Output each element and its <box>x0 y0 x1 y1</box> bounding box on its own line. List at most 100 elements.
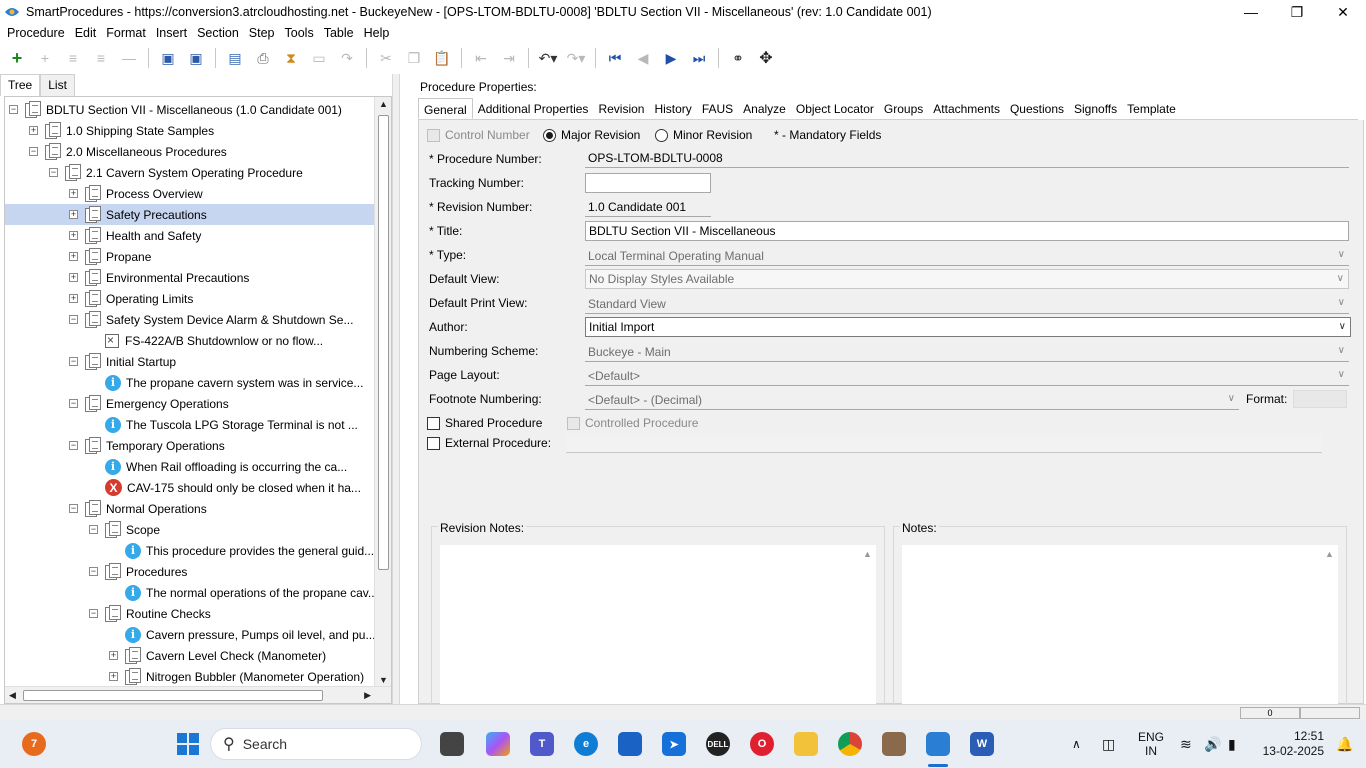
app-icon[interactable] <box>882 732 906 756</box>
first-icon[interactable]: ⏮ <box>602 46 628 70</box>
collapse-icon[interactable]: − <box>69 357 78 366</box>
menu-format[interactable]: Format <box>101 26 151 40</box>
tab-questions[interactable]: Questions <box>1005 98 1069 119</box>
scroll-right-icon[interactable]: ▶ <box>364 690 371 701</box>
tab-signoffs[interactable]: Signoffs <box>1069 98 1122 119</box>
tree-item[interactable]: − BDLTU Section VII - Miscellaneous (1.0 … <box>5 99 342 120</box>
collapse-icon[interactable]: − <box>9 105 18 114</box>
expand-icon[interactable]: + <box>69 273 78 282</box>
smartprocedures-taskbar-icon[interactable] <box>926 732 950 756</box>
scroll-up-icon[interactable]: ▲ <box>379 99 388 109</box>
last-icon[interactable]: ⏭ <box>686 46 712 70</box>
tab-analyze[interactable]: Analyze <box>738 98 791 119</box>
print-icon[interactable]: ⎙ <box>250 46 276 70</box>
find-icon[interactable]: ⚭ <box>725 46 751 70</box>
external-procedure-field[interactable] <box>566 435 1322 453</box>
indent-icon[interactable]: ⇥ <box>496 46 522 70</box>
expand-icon[interactable]: + <box>69 189 78 198</box>
restore-button[interactable]: ❐ <box>1274 0 1320 24</box>
store-icon[interactable] <box>618 732 642 756</box>
chrome-icon[interactable] <box>838 732 862 756</box>
collapse-icon[interactable]: − <box>89 525 98 534</box>
menu-edit[interactable]: Edit <box>70 26 102 40</box>
format-field[interactable] <box>1293 390 1347 408</box>
major-revision-radio[interactable]: Major Revision <box>543 128 640 143</box>
taskbar-search[interactable]: ⚲ Search <box>210 728 422 760</box>
collapse-icon[interactable]: − <box>69 504 78 513</box>
export-icon[interactable]: ▤ <box>222 46 248 70</box>
expand-icon[interactable]: + <box>29 126 38 135</box>
minimize-button[interactable]: — <box>1228 0 1274 24</box>
tree-item[interactable]: − 2.0 Miscellaneous Procedures <box>5 141 227 162</box>
remove-icon[interactable]: — <box>116 46 142 70</box>
dell-icon[interactable]: DELL <box>706 732 730 756</box>
add-child-icon[interactable]: + <box>32 46 58 70</box>
tree-vertical-scrollbar[interactable]: ▲ ▼ <box>374 97 391 687</box>
save-all-icon[interactable]: ▣ <box>155 46 181 70</box>
collapse-icon[interactable]: − <box>69 399 78 408</box>
tab-template[interactable]: Template <box>1122 98 1181 119</box>
tree-item[interactable]: i When Rail offloading is occurring the c… <box>5 456 347 477</box>
scroll-down-icon[interactable]: ▼ <box>379 675 388 685</box>
tree-item[interactable]: + Nitrogen Bubbler (Manometer Operation) <box>5 666 364 687</box>
paste-icon[interactable]: 📋 <box>429 46 455 70</box>
controlled-procedure-checkbox[interactable]: Controlled Procedure <box>567 416 698 431</box>
tree-item[interactable]: + Operating Limits <box>5 288 193 309</box>
tree-item[interactable]: i The normal operations of the propane ca… <box>5 582 378 603</box>
expand-icon[interactable]: + <box>69 252 78 261</box>
tree-item[interactable]: i The Tuscola LPG Storage Terminal is not… <box>5 414 358 435</box>
scroll-left-icon[interactable]: ◀ <box>9 690 16 701</box>
tree-item[interactable]: − Temporary Operations <box>5 435 225 456</box>
network-status-icon[interactable]: ◫ <box>1102 720 1115 768</box>
tab-tree[interactable]: Tree <box>0 74 41 96</box>
copilot-icon[interactable] <box>486 732 510 756</box>
app-arrow-icon[interactable]: ➤ <box>662 732 686 756</box>
menu-tools[interactable]: Tools <box>280 26 319 40</box>
tab-additional-properties[interactable]: Additional Properties <box>473 98 594 119</box>
tree-item[interactable]: + Environmental Precautions <box>5 267 249 288</box>
tree-item[interactable]: X CAV-175 should only be closed when it h… <box>5 477 361 498</box>
footnote-numbering-select[interactable]: <Default> - (Decimal) ∨ <box>585 390 1239 410</box>
language-indicator[interactable]: ENG IN <box>1138 720 1164 768</box>
tree-item[interactable]: i This procedure provides the general gui… <box>5 540 374 561</box>
list-indent-icon[interactable]: ≡ <box>88 46 114 70</box>
tree-item[interactable]: i The propane cavern system was in servic… <box>5 372 363 393</box>
redo-icon[interactable]: ↷▾ <box>563 46 589 70</box>
tree-item[interactable]: + Safety Precautions <box>5 204 375 225</box>
type-select[interactable]: Local Terminal Operating Manual ∨ <box>585 246 1349 266</box>
tab-attachments[interactable]: Attachments <box>928 98 1005 119</box>
tree-item[interactable]: + Cavern Level Check (Manometer) <box>5 645 326 666</box>
tree-item[interactable]: − Emergency Operations <box>5 393 229 414</box>
collapse-icon[interactable]: − <box>49 168 58 177</box>
menu-step[interactable]: Step <box>244 26 280 40</box>
notifications-icon[interactable]: 🔔 <box>1336 720 1353 768</box>
volume-icon[interactable]: 🔊 <box>1204 720 1221 768</box>
tree-item[interactable]: i Cavern pressure, Pumps oil level, and p… <box>5 624 375 645</box>
tree-horizontal-scroll-thumb[interactable] <box>23 690 323 701</box>
tree-horizontal-scrollbar[interactable]: ◀ ▶ <box>5 686 391 703</box>
menu-insert[interactable]: Insert <box>151 26 192 40</box>
edge-icon[interactable]: e <box>574 732 598 756</box>
tracking-number-input[interactable] <box>585 173 711 193</box>
expand-icon[interactable]: + <box>109 651 118 660</box>
collapse-icon[interactable]: − <box>69 315 78 324</box>
default-view-select[interactable]: No Display Styles Available ∨ <box>585 269 1349 289</box>
move-icon[interactable]: ✥ <box>753 46 779 70</box>
tree-item[interactable]: − Procedures <box>5 561 187 582</box>
tree-item[interactable]: − Safety System Device Alarm & Shutdown S… <box>5 309 353 330</box>
minor-revision-radio[interactable]: Minor Revision <box>655 128 752 143</box>
tree-item[interactable]: − Scope <box>5 519 160 540</box>
tab-object-locator[interactable]: Object Locator <box>791 98 879 119</box>
collapse-icon[interactable]: − <box>69 441 78 450</box>
collapse-icon[interactable]: − <box>89 567 98 576</box>
cut-icon[interactable]: ✂ <box>373 46 399 70</box>
next-icon[interactable]: ▶ <box>658 46 684 70</box>
title-input[interactable]: BDLTU Section VII - Miscellaneous <box>585 221 1349 241</box>
numbering-scheme-select[interactable]: Buckeye - Main ∨ <box>585 342 1349 362</box>
tree-item[interactable]: − Normal Operations <box>5 498 207 519</box>
expand-icon[interactable]: + <box>69 294 78 303</box>
wifi-icon[interactable]: ≋ <box>1180 720 1192 768</box>
battery-icon[interactable]: ▮ <box>1228 720 1236 768</box>
tree-item[interactable]: + Process Overview <box>5 183 203 204</box>
expand-icon[interactable]: + <box>109 672 118 681</box>
